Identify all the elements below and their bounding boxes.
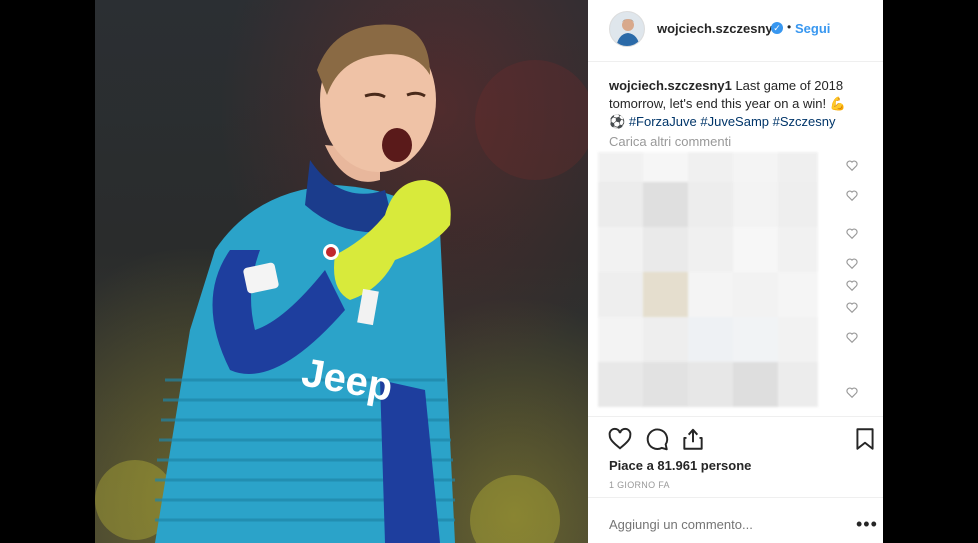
verified-badge-icon: ✓ <box>771 22 783 34</box>
comment-heart-icon[interactable] <box>845 158 859 172</box>
avatar-image <box>610 12 644 46</box>
caption-username[interactable]: wojciech.szczesny1 <box>609 78 732 93</box>
comment-heart-icon[interactable] <box>845 330 859 344</box>
follow-button[interactable]: Segui <box>795 21 830 36</box>
post-action-bar <box>588 416 883 456</box>
blurred-comments-area <box>598 152 823 412</box>
share-icon[interactable] <box>680 426 706 452</box>
heart-icon[interactable] <box>607 426 633 452</box>
comment-heart-icon[interactable] <box>845 278 859 292</box>
comment-heart-icon[interactable] <box>845 256 859 270</box>
more-options-icon[interactable]: ••• <box>856 514 878 535</box>
add-comment-bar: ••• <box>588 497 883 543</box>
post-side-panel: wojciech.szczesny1 ✓ • Segui wojciech.sz… <box>588 0 883 543</box>
likes-count[interactable]: Piace a 81.961 persone <box>609 458 751 473</box>
avatar[interactable] <box>609 11 645 47</box>
comment-bubble-icon[interactable] <box>644 426 670 452</box>
comment-heart-icon[interactable] <box>845 226 859 240</box>
post-timestamp[interactable]: 1 GIORNO FA <box>609 480 670 490</box>
goalkeeper-photo-illustration: Jeep <box>95 24 588 543</box>
soccer-ball-emoji-icon: ⚽ <box>609 114 626 129</box>
comment-heart-icon[interactable] <box>845 385 859 399</box>
post-photo[interactable]: Jeep <box>95 0 588 543</box>
post-header: wojciech.szczesny1 ✓ • Segui <box>588 0 883 62</box>
hashtag-szczesny[interactable]: #Szczesny <box>773 114 836 129</box>
post-author-username[interactable]: wojciech.szczesny1 <box>657 21 780 36</box>
comment-heart-icon[interactable] <box>845 300 859 314</box>
hashtag-forzajuve[interactable]: #ForzaJuve <box>629 114 697 129</box>
load-more-comments-link[interactable]: Carica altri commenti <box>609 134 731 149</box>
bookmark-icon[interactable] <box>852 426 878 452</box>
comment-input[interactable] <box>609 517 829 532</box>
post-caption: wojciech.szczesny1 Last game of 2018 tom… <box>609 77 869 131</box>
muscle-emoji-icon: 💪 <box>829 96 846 111</box>
comment-heart-icon[interactable] <box>845 188 859 202</box>
hashtag-juvesamp[interactable]: #JuveSamp <box>700 114 769 129</box>
header-separator: • <box>787 20 792 34</box>
